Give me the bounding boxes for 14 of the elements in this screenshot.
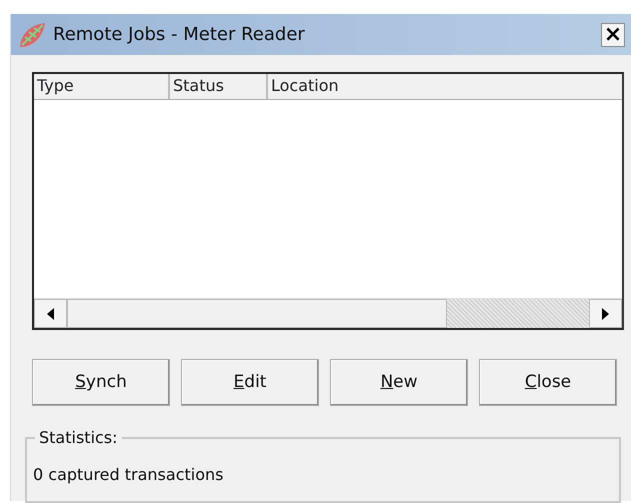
column-header[interactable]: Type xyxy=(34,74,170,99)
leaf-icon xyxy=(17,20,47,48)
column-header[interactable]: Location xyxy=(268,74,622,99)
scroll-left-icon[interactable] xyxy=(34,299,67,328)
horizontal-scrollbar[interactable] xyxy=(34,298,622,328)
scroll-right-icon[interactable] xyxy=(589,299,622,328)
close-button[interactable]: × xyxy=(601,22,625,46)
column-header[interactable]: Status xyxy=(170,74,268,99)
dialog-button[interactable]: Edit xyxy=(181,359,319,406)
window-title: Remote Jobs - Meter Reader xyxy=(53,23,306,47)
statistics-text: 0 captured transactions xyxy=(33,464,224,486)
dialog-button[interactable]: Synch xyxy=(32,359,170,406)
dialog-button[interactable]: Close xyxy=(479,359,617,406)
dialog-button[interactable]: New xyxy=(330,359,468,406)
